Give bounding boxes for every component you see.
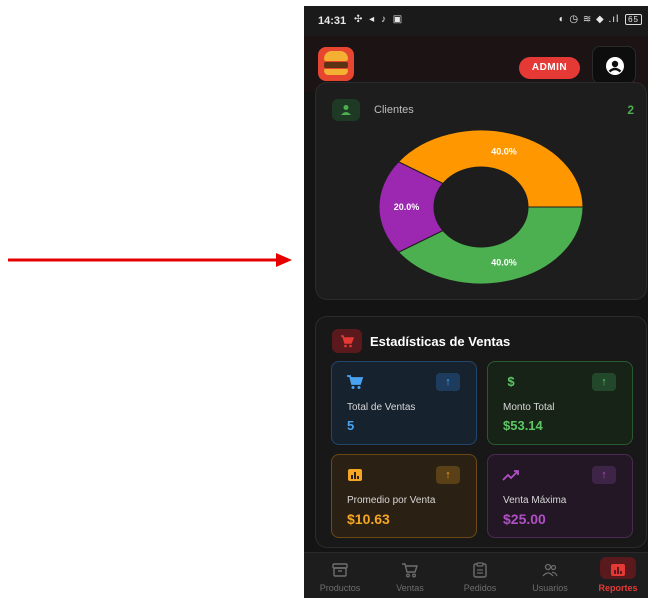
user-circle-icon [606, 57, 624, 75]
clients-chart-card: Clientes 2 40.0% 20.0% 40.0% [315, 82, 647, 300]
status-time: 14:31 [318, 15, 347, 27]
donut-slice-label-1: 20.0% [394, 202, 420, 212]
stat-value: $53.14 [503, 418, 543, 433]
phone-screen: 14:31 ✣ ◂ ♪ ▣ ◐ ◷ ≋ ◆ .ıl 65 ADMIN Clien… [304, 6, 648, 598]
clients-donut-chart: 40.0% 20.0% 40.0% [378, 129, 584, 285]
system-icons: ◐ ◷ ≋ ◆ .ıl 65 [559, 14, 642, 25]
nav-label: Productos [319, 583, 361, 593]
reports-content: Clientes 2 40.0% 20.0% 40.0% Estadísticas … [304, 82, 648, 552]
arrow-up-icon: ↑ [436, 373, 460, 391]
stat-value: $10.63 [347, 511, 390, 527]
cart-icon [402, 563, 418, 578]
stat-value: $25.00 [503, 511, 546, 527]
stat-label: Promedio por Venta [347, 495, 436, 506]
stat-venta-maxima: ↑ Venta Máxima $25.00 [487, 454, 633, 538]
nav-item-usuarios[interactable]: Usuarios [516, 553, 584, 598]
arrow-up-icon: ↑ [436, 466, 460, 484]
notification-icons: ✣ ◂ ♪ ▣ [354, 14, 405, 25]
admin-role-badge: ADMIN [519, 57, 580, 79]
clients-label: Clientes [374, 104, 414, 116]
clipboard-icon [473, 562, 487, 578]
bottom-navigation: Productos Ventas Pedidos Usuarios Report… [304, 552, 648, 598]
cart-icon [347, 375, 364, 389]
battery-icon: 65 [625, 14, 642, 25]
person-icon [332, 99, 360, 121]
donut-slice-label-0: 40.0% [491, 258, 517, 268]
report-icon [611, 564, 625, 576]
sales-stats-card: Estadísticas de Ventas ↑ Total de Ventas… [315, 316, 647, 548]
nav-label: Pedidos [463, 583, 497, 593]
stat-label: Total de Ventas [347, 402, 416, 413]
stat-value: 5 [347, 418, 355, 433]
dollar-icon: $ [507, 374, 515, 389]
archive-icon [332, 563, 348, 577]
screenshot-canvas: 14:31 ✣ ◂ ♪ ▣ ◐ ◷ ≋ ◆ .ıl 65 ADMIN Clien… [0, 0, 648, 598]
nav-item-reportes[interactable]: Reportes [584, 553, 648, 598]
arrow-up-icon: ↑ [592, 373, 616, 391]
donut-slice-label-2: 40.0% [491, 146, 517, 156]
burger-logo-icon[interactable] [318, 47, 354, 81]
stat-total-ventas: ↑ Total de Ventas 5 [331, 361, 477, 445]
red-arrow-annotation [8, 253, 292, 267]
arrow-up-icon: ↑ [592, 466, 616, 484]
stat-label: Venta Máxima [503, 495, 567, 506]
stat-label: Monto Total [503, 402, 555, 413]
trending-up-icon [502, 470, 519, 481]
users-icon [542, 563, 558, 577]
stat-promedio-por-venta: ↑ Promedio por Venta $10.63 [331, 454, 477, 538]
nav-item-productos[interactable]: Productos [306, 553, 374, 598]
nav-label: Reportes [598, 583, 638, 593]
nav-item-pedidos[interactable]: Pedidos [446, 553, 514, 598]
clients-count: 2 [627, 103, 634, 117]
profile-button[interactable] [592, 46, 636, 84]
signal-icons: ◐ ◷ ≋ ◆ .ıl [558, 14, 620, 25]
status-bar: 14:31 ✣ ◂ ♪ ▣ ◐ ◷ ≋ ◆ .ıl 65 [304, 6, 648, 36]
sales-stats-title: Estadísticas de Ventas [370, 334, 511, 349]
nav-label: Ventas [396, 583, 424, 593]
cart-icon [332, 329, 362, 353]
stat-monto-total: $ ↑ Monto Total $53.14 [487, 361, 633, 445]
bar-chart-icon [348, 469, 362, 481]
nav-label: Usuarios [532, 583, 568, 593]
nav-item-ventas[interactable]: Ventas [376, 553, 444, 598]
